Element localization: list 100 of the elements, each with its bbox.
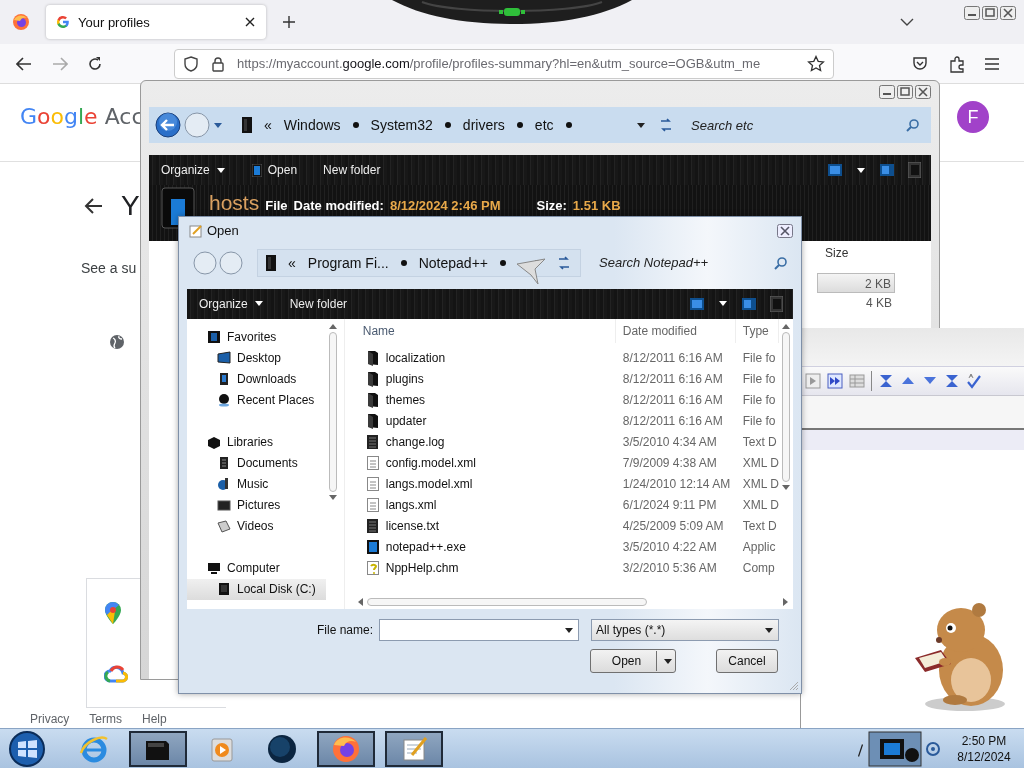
map-pin-icon[interactable]	[104, 601, 122, 625]
hourglass-icon[interactable]	[878, 373, 894, 389]
hourglass-icon[interactable]	[944, 373, 960, 389]
close-icon[interactable]	[777, 223, 793, 238]
caret-icon[interactable]	[856, 165, 866, 175]
taskbar-button[interactable]	[317, 730, 375, 767]
chevron-down-icon[interactable]	[900, 17, 914, 27]
fast-forward-icon[interactable]	[827, 373, 843, 389]
puzzle-icon[interactable]	[948, 54, 966, 73]
file-name-cell[interactable]: localization	[352, 350, 616, 367]
avatar[interactable]: F	[957, 101, 989, 133]
display-icon[interactable]	[868, 730, 922, 767]
close-icon[interactable]	[915, 85, 931, 99]
file-name-cell[interactable]: license.txt	[352, 518, 616, 535]
pocket-icon[interactable]	[912, 55, 928, 72]
separator-dot-icon[interactable]	[500, 259, 506, 266]
nav-item[interactable]: Local Disk (C:)	[187, 578, 326, 600]
preview-pane-icon[interactable]	[742, 297, 756, 310]
back-button-icon[interactable]	[155, 112, 181, 138]
start-orb-icon[interactable]	[7, 729, 47, 768]
back-arrow-icon[interactable]	[16, 56, 32, 71]
reload-icon[interactable]	[87, 55, 103, 72]
column-header[interactable]: Date modified	[615, 318, 736, 343]
size-cell[interactable]: 4 KB	[817, 293, 895, 313]
spellcheck-icon[interactable]	[966, 373, 982, 389]
overflow-chevron[interactable]: «	[264, 117, 272, 133]
separator-dot-icon[interactable]	[516, 122, 523, 128]
clock[interactable]: 2:50 PM 8/12/2024	[944, 732, 1024, 765]
preview-pane-icon[interactable]	[880, 164, 894, 176]
file-name-cell[interactable]: plugins	[352, 371, 616, 388]
file-name-cell[interactable]: updater	[352, 413, 616, 430]
address-bar[interactable]: https://myaccount.google.com/profile/profiles-summary?hl=en&utm_source=OGB&utm_me	[174, 48, 834, 79]
breadcrumb-item[interactable]: Program Fi...	[307, 254, 389, 271]
refresh-icon[interactable]	[556, 255, 572, 270]
nav-item[interactable]: Pictures	[187, 494, 326, 516]
column-header[interactable]: Size	[817, 241, 895, 265]
nav-item[interactable]: Downloads	[187, 368, 326, 390]
minimize-icon[interactable]	[964, 6, 980, 20]
nav-item[interactable]: Videos	[187, 515, 326, 537]
maximize-icon[interactable]	[897, 85, 913, 99]
network-icon[interactable]	[926, 740, 940, 757]
breadcrumb-item[interactable]: Windows	[283, 117, 341, 133]
menu-icon[interactable]	[984, 56, 1000, 71]
breadcrumb-item[interactable]: drivers	[462, 117, 505, 133]
search-field[interactable]: Search Notepad++	[597, 254, 773, 272]
refresh-icon[interactable]	[658, 118, 674, 132]
separator-dot-icon[interactable]	[565, 122, 572, 128]
nav-item[interactable]: Documents	[187, 452, 326, 474]
nav-item[interactable]: Music	[187, 473, 326, 495]
maximize-icon[interactable]	[982, 6, 998, 20]
nav-item[interactable]: Favorites	[187, 326, 326, 348]
file-name-cell[interactable]: langs.xml	[352, 497, 616, 514]
close-icon[interactable]	[1000, 6, 1016, 20]
organize-menu[interactable]: Organize	[199, 291, 264, 316]
address-bar[interactable]: « Program Fi... Notepad++	[257, 248, 581, 277]
minimize-icon[interactable]	[879, 85, 895, 99]
view-icon[interactable]	[828, 164, 842, 176]
separator-dot-icon[interactable]	[352, 122, 359, 128]
file-name-cell[interactable]: config.model.xml	[352, 455, 616, 472]
overflow-chevron[interactable]: «	[288, 254, 296, 271]
resize-grip-icon[interactable]	[789, 681, 799, 691]
column-header[interactable]: Name	[352, 318, 616, 343]
footer-link[interactable]: Help	[142, 712, 167, 726]
shield-icon[interactable]	[183, 55, 199, 72]
nav-item[interactable]: Libraries	[187, 431, 326, 453]
new-folder-button[interactable]: New folder	[323, 158, 381, 182]
size-cell[interactable]: 2 KB	[817, 273, 895, 293]
cancel-button[interactable]: Cancel	[716, 649, 778, 674]
taskbar-button[interactable]	[129, 730, 187, 767]
footer-link[interactable]: Terms	[89, 712, 122, 726]
organize-menu[interactable]: Organize	[161, 158, 226, 182]
browser-tab[interactable]: Your profiles	[46, 5, 266, 39]
new-folder-button[interactable]: New folder	[289, 291, 348, 316]
column-header[interactable]: Type	[735, 318, 779, 343]
back-arrow-icon[interactable]	[83, 197, 103, 215]
taskbar-button[interactable]	[385, 730, 443, 767]
address-bar[interactable]: « Windows System32 drivers etc	[234, 111, 682, 139]
file-name-cell[interactable]: NppHelp.chm	[352, 560, 616, 577]
nav-item[interactable]: Desktop	[187, 347, 326, 369]
pen-icon[interactable]	[856, 740, 864, 757]
view-icon[interactable]	[690, 297, 704, 310]
file-name-cell[interactable]: langs.model.xml	[352, 476, 616, 493]
file-name-cell[interactable]: themes	[352, 392, 616, 409]
lock-icon[interactable]	[211, 55, 225, 72]
plus-icon[interactable]	[282, 15, 296, 29]
breadcrumb-item[interactable]: System32	[370, 117, 433, 133]
file-type-dropdown[interactable]: All types (*.*)	[591, 619, 779, 642]
open-button[interactable]: Open	[590, 649, 676, 674]
separator-dot-icon[interactable]	[400, 259, 407, 266]
search-field[interactable]: Search etc	[689, 116, 905, 134]
caret-icon[interactable]	[636, 120, 646, 130]
footer-link[interactable]: Privacy	[30, 712, 70, 726]
nav-item[interactable]: Computer	[187, 557, 326, 579]
search-icon[interactable]	[905, 118, 919, 132]
file-name-cell[interactable]: change.log	[352, 434, 616, 451]
file-name-field[interactable]	[379, 619, 579, 642]
open-button[interactable]: Open	[251, 158, 298, 182]
breadcrumb-item[interactable]: Notepad++	[418, 254, 488, 271]
fox-logo-icon[interactable]	[12, 13, 30, 31]
separator-dot-icon[interactable]	[444, 122, 451, 128]
